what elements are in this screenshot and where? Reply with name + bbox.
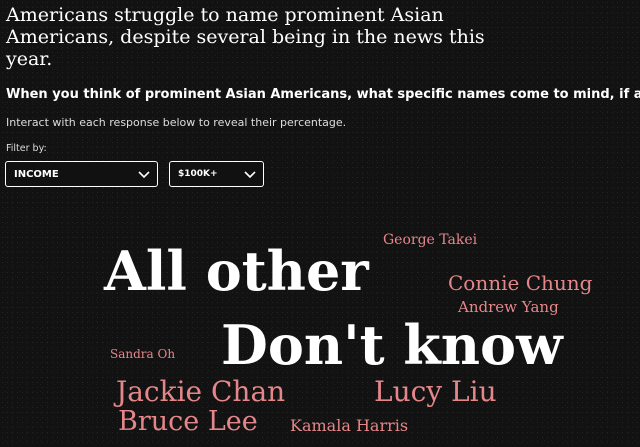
survey-question: When you think of prominent Asian Americ…	[6, 87, 640, 102]
filter-category-select[interactable]: INCOME	[5, 161, 158, 187]
filter-bracket-value: $100K+	[178, 169, 218, 179]
page: Americans struggle to name prominent Asi…	[0, 0, 640, 447]
filter-category-value: INCOME	[14, 168, 59, 180]
response-kamala-harris[interactable]: Kamala Harris	[290, 418, 408, 434]
instruction-text: Interact with each response below to rev…	[6, 116, 347, 129]
chevron-down-icon	[138, 171, 150, 179]
response-george-takei[interactable]: George Takei	[383, 233, 477, 247]
response-connie-chung[interactable]: Connie Chung	[448, 273, 592, 293]
chevron-down-icon	[244, 171, 256, 179]
response-dont-know[interactable]: Don't know	[221, 318, 563, 372]
response-bruce-lee[interactable]: Bruce Lee	[118, 408, 258, 435]
filter-bracket-select[interactable]: $100K+	[169, 161, 264, 187]
filter-label: Filter by:	[6, 143, 47, 154]
response-sandra-oh[interactable]: Sandra Oh	[110, 348, 175, 360]
response-lucy-liu[interactable]: Lucy Liu	[374, 378, 497, 406]
headline: Americans struggle to name prominent Asi…	[6, 4, 485, 70]
response-andrew-yang[interactable]: Andrew Yang	[458, 300, 559, 315]
response-jackie-chan[interactable]: Jackie Chan	[116, 378, 285, 406]
response-all-other[interactable]: All other	[104, 244, 369, 298]
